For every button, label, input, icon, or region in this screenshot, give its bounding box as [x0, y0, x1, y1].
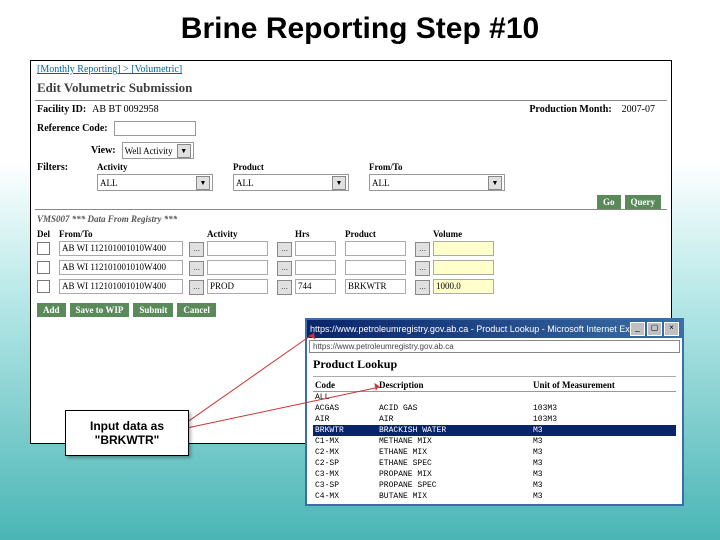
- table-row: AB WI 112101001010W400…PROD…744BRKWTR…10…: [31, 278, 671, 297]
- volume-cell[interactable]: [433, 241, 494, 256]
- col-hrs: Hrs: [295, 229, 345, 239]
- dropdown-icon[interactable]: …: [277, 261, 292, 276]
- filter-fromto-value: ALL: [372, 178, 390, 188]
- product-lookup-window: https://www.petroleumregistry.gov.ab.ca …: [305, 318, 684, 506]
- lookup-row[interactable]: ALL: [313, 392, 676, 404]
- query-button[interactable]: Query: [625, 195, 662, 209]
- col-activity: Activity: [207, 229, 277, 239]
- hrs-cell[interactable]: 744: [295, 279, 336, 294]
- filters-label: Filters:: [37, 162, 91, 191]
- filter-activity-select[interactable]: ALL ▼: [97, 174, 213, 191]
- maximize-icon[interactable]: ▢: [647, 322, 662, 336]
- dropdown-icon[interactable]: …: [415, 242, 430, 257]
- filter-fromto-label: From/To: [369, 162, 505, 172]
- dropdown-icon[interactable]: …: [415, 261, 430, 276]
- volume-cell[interactable]: [433, 260, 494, 275]
- lookup-row[interactable]: C4-MXBUTANE MIXM3: [313, 491, 676, 502]
- lookup-row[interactable]: C3-SPPROPANE SPECM3: [313, 480, 676, 491]
- delete-checkbox[interactable]: [37, 242, 50, 255]
- filter-product-value: ALL: [236, 178, 254, 188]
- dropdown-icon[interactable]: …: [415, 280, 430, 295]
- lookup-row[interactable]: C1-MXMETHANE MIXM3: [313, 436, 676, 447]
- dropdown-icon[interactable]: …: [189, 242, 204, 257]
- view-select-value: Well Activity: [125, 146, 173, 156]
- col-fromto: From/To: [59, 229, 189, 239]
- delete-checkbox[interactable]: [37, 280, 50, 293]
- fromto-cell[interactable]: AB WI 112101001010W400: [59, 260, 183, 275]
- delete-checkbox[interactable]: [37, 261, 50, 274]
- arrow-head-icon: [374, 381, 383, 390]
- callout-box: Input data as "BRKWTR": [65, 410, 189, 456]
- fromto-cell[interactable]: AB WI 112101001010W400: [59, 241, 183, 256]
- popup-heading: Product Lookup: [313, 357, 676, 372]
- lookup-row[interactable]: C2-MXETHANE MIXM3: [313, 447, 676, 458]
- activity-cell[interactable]: [207, 241, 268, 256]
- chevron-down-icon: ▼: [196, 176, 210, 190]
- hrs-cell[interactable]: [295, 260, 336, 275]
- breadcrumb[interactable]: [Monthly Reporting] > [Volumetric]: [31, 61, 671, 78]
- popup-address-bar[interactable]: https://www.petroleumregistry.gov.ab.ca: [309, 340, 680, 353]
- activity-cell[interactable]: [207, 260, 268, 275]
- activity-cell[interactable]: PROD: [207, 279, 268, 294]
- view-select[interactable]: Well Activity ▼: [122, 142, 194, 159]
- cancel-button[interactable]: Cancel: [177, 303, 216, 317]
- product-cell[interactable]: [345, 241, 406, 256]
- table-row: AB WI 112101001010W400 … … …: [31, 240, 671, 259]
- col-del: Del: [37, 229, 59, 239]
- chevron-down-icon: ▼: [332, 176, 346, 190]
- slide-title: Brine Reporting Step #10: [0, 0, 720, 52]
- lookup-row[interactable]: C2-SPETHANE SPECM3: [313, 458, 676, 469]
- facility-value: AB BT 0092958: [92, 104, 159, 115]
- registry-note: VMS007 *** Data From Registry ***: [31, 210, 671, 228]
- filter-activity-label: Activity: [97, 162, 213, 172]
- filter-fromto-select[interactable]: ALL ▼: [369, 174, 505, 191]
- refcode-input[interactable]: [114, 121, 196, 136]
- product-cell[interactable]: [345, 260, 406, 275]
- col-uom: Unit of Measurement: [531, 379, 676, 392]
- volume-cell[interactable]: 1000.0: [433, 279, 494, 294]
- facility-label: Facility ID:: [37, 104, 86, 115]
- save-button[interactable]: Save to WIP: [70, 303, 130, 317]
- popup-titlebar[interactable]: https://www.petroleumregistry.gov.ab.ca …: [307, 320, 682, 338]
- col-volume: Volume: [433, 229, 493, 239]
- prod-month-value: 2007-07: [622, 104, 655, 115]
- lookup-row[interactable]: BRKWTRBRACKISH WATERM3: [313, 425, 676, 436]
- divider: [313, 376, 676, 377]
- popup-title: https://www.petroleumregistry.gov.ab.ca …: [310, 324, 630, 334]
- prod-month-label: Production Month:: [529, 104, 611, 115]
- chevron-down-icon: ▼: [177, 144, 191, 158]
- lookup-row[interactable]: C3-MXPROPANE MIXM3: [313, 469, 676, 480]
- close-icon[interactable]: ×: [664, 322, 679, 336]
- filter-activity-value: ALL: [100, 178, 118, 188]
- minimize-icon[interactable]: _: [630, 322, 645, 336]
- hrs-cell[interactable]: [295, 241, 336, 256]
- chevron-down-icon: ▼: [488, 176, 502, 190]
- lookup-row[interactable]: AIRAIR103M3: [313, 414, 676, 425]
- dropdown-icon[interactable]: …: [277, 280, 292, 295]
- fromto-cell[interactable]: AB WI 112101001010W400: [59, 279, 183, 294]
- dropdown-icon[interactable]: …: [189, 261, 204, 276]
- product-cell[interactable]: BRKWTR: [345, 279, 406, 294]
- col-desc: Description: [377, 379, 531, 392]
- lookup-row[interactable]: ACGASACID GAS103M3: [313, 403, 676, 414]
- product-lookup-table: Code Description Unit of Measurement ALL…: [313, 379, 676, 502]
- view-label: View:: [91, 145, 116, 156]
- page-heading: Edit Volumetric Submission: [31, 78, 671, 100]
- add-button[interactable]: Add: [37, 303, 66, 317]
- dropdown-icon[interactable]: …: [277, 242, 292, 257]
- filter-product-select[interactable]: ALL ▼: [233, 174, 349, 191]
- dropdown-icon[interactable]: …: [189, 280, 204, 295]
- filter-product-label: Product: [233, 162, 349, 172]
- go-button[interactable]: Go: [597, 195, 621, 209]
- submit-button[interactable]: Submit: [133, 303, 173, 317]
- table-row: AB WI 112101001010W400 … … …: [31, 259, 671, 278]
- col-product: Product: [345, 229, 415, 239]
- refcode-label: Reference Code:: [37, 123, 108, 134]
